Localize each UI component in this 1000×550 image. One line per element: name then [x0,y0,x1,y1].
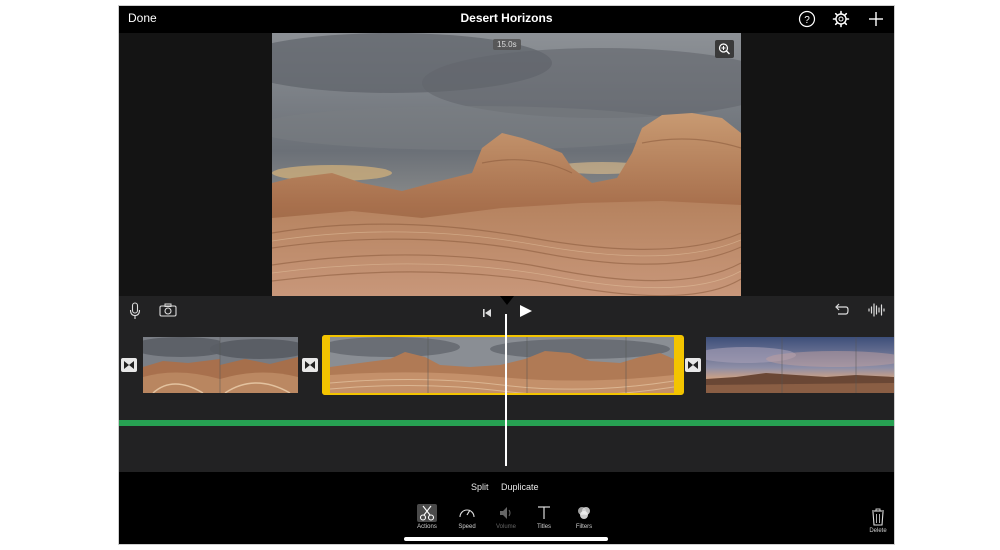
video-preview[interactable]: 15.0s [272,33,741,296]
playhead-marker [500,296,514,305]
speed-tool-button[interactable]: Speed [452,504,482,530]
playhead[interactable] [505,314,507,466]
audio-waveform-icon[interactable] [867,302,885,323]
speaker-icon [496,504,516,522]
svg-text:?: ? [804,15,810,26]
settings-gear-icon[interactable] [831,9,851,29]
trim-handle-left[interactable] [322,335,330,395]
speedometer-icon [457,504,477,522]
zoom-in-icon[interactable] [715,40,734,58]
imovie-editor-window: Done Desert Horizons ? 15.0s Split Dupli… [119,6,894,544]
volume-label: Volume [495,524,516,530]
undo-icon[interactable] [833,303,849,322]
actions-tool-button[interactable]: Actions [412,504,442,530]
duration-badge: 15.0s [493,39,521,50]
titles-tool-button[interactable]: Titles [529,504,559,530]
split-button[interactable]: Split [471,482,489,492]
transition-icon[interactable] [302,358,318,372]
speed-label: Speed [458,524,476,530]
help-icon[interactable]: ? [797,9,817,29]
project-title: Desert Horizons [460,11,553,25]
top-bar: Done Desert Horizons ? [119,6,894,33]
microphone-icon[interactable] [129,302,141,325]
desert-landscape-image [272,33,741,296]
add-icon[interactable] [866,9,886,29]
titles-label: Titles [536,524,552,530]
volume-tool-button[interactable]: Volume [491,504,521,530]
clip-1[interactable] [143,337,298,393]
text-t-icon [534,504,554,522]
transition-icon[interactable] [685,358,701,372]
filters-tool-button[interactable]: Filters [569,504,599,530]
preview-viewer: 15.0s [119,33,894,296]
home-indicator[interactable] [404,537,608,541]
timeline[interactable] [119,296,894,472]
scissors-icon [417,504,437,522]
clip-selection-frame [322,335,684,395]
play-icon[interactable] [519,304,533,323]
camera-icon[interactable] [159,303,177,322]
clip-3[interactable] [706,337,894,393]
actions-label: Actions [417,524,437,530]
bottom-inspector: Split Duplicate Actions Speed Volume Tit… [119,472,894,544]
trim-handle-right[interactable] [674,335,682,395]
transition-icon[interactable] [121,358,137,372]
delete-button[interactable]: Delete [863,508,893,534]
trash-icon [868,508,888,526]
filters-circles-icon [574,504,594,522]
filters-label: Filters [575,524,593,530]
delete-label: Delete [869,528,887,534]
duplicate-button[interactable]: Duplicate [501,482,539,492]
skip-to-start-icon[interactable] [482,305,492,323]
